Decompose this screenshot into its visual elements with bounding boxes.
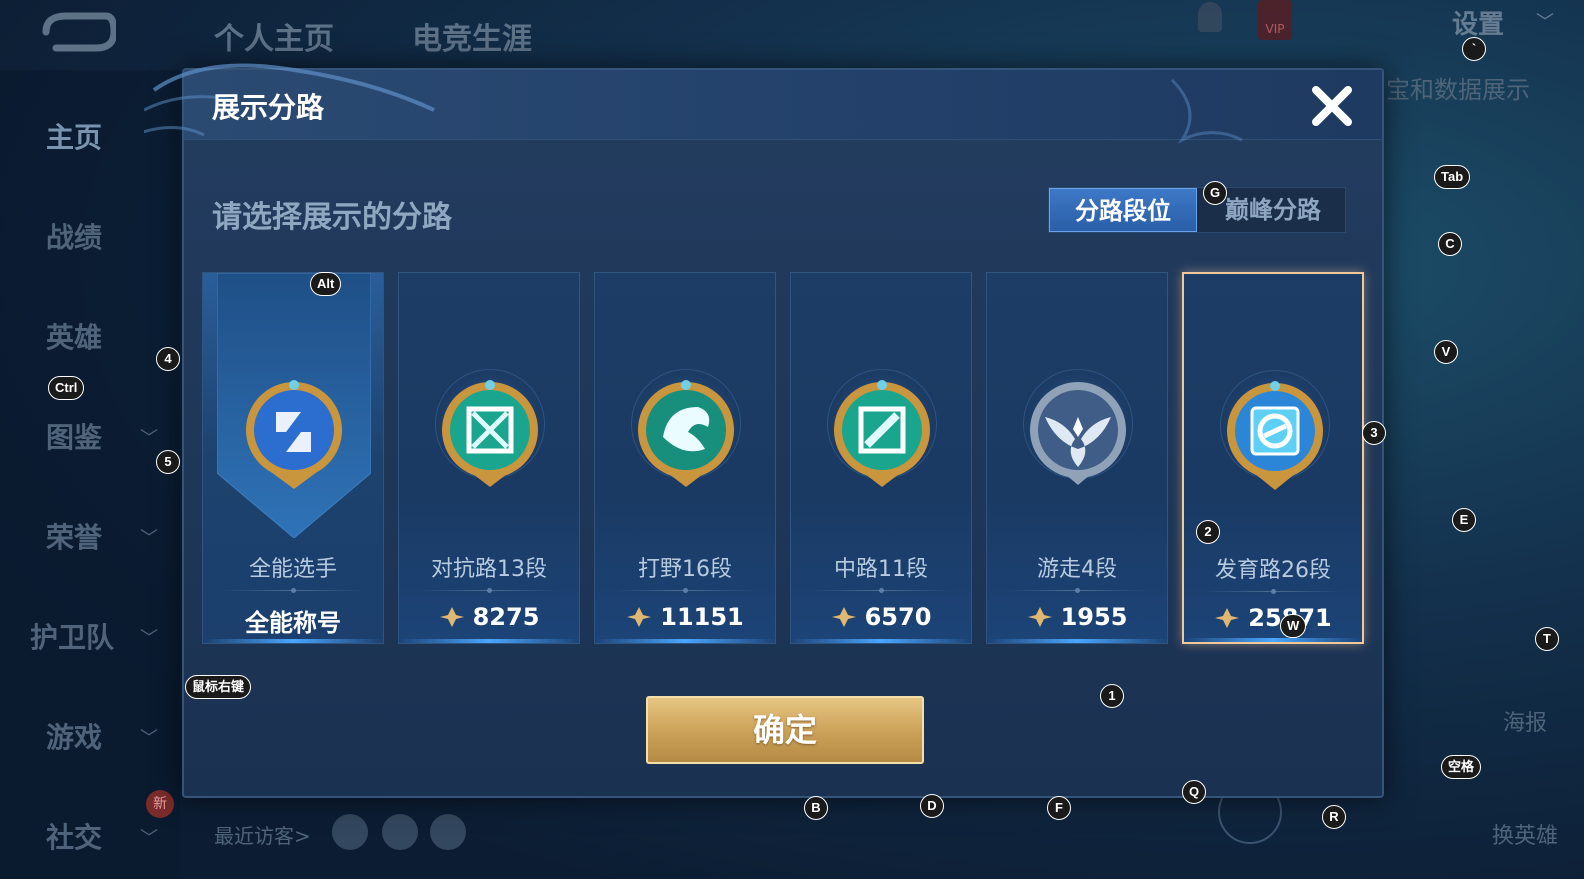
close-button[interactable]	[1308, 82, 1356, 130]
sidebar	[0, 70, 180, 879]
sidebar-item-record[interactable]: 战绩	[46, 216, 102, 256]
key-hint-f: F	[1047, 796, 1071, 820]
swap-hero-button[interactable]: 换英雄	[1492, 818, 1558, 850]
key-hint-5: 5	[156, 450, 180, 474]
mid-lane-icon	[834, 380, 930, 487]
lane-card-label: 游走4段	[1037, 557, 1117, 582]
lane-card-roam[interactable]: 游走4段 1955	[986, 272, 1168, 644]
avatar[interactable]	[430, 814, 466, 850]
chevron-down-icon: ﹀	[1536, 12, 1554, 33]
lane-card-label: 打野16段	[638, 557, 732, 582]
key-hint-c: C	[1438, 232, 1462, 256]
avatar[interactable]	[382, 814, 418, 850]
divider	[419, 588, 559, 593]
key-hint-g: G	[1203, 181, 1228, 205]
recent-visitors-link[interactable]: 最近访客>	[214, 820, 311, 849]
sidebar-item-heroes[interactable]: 英雄	[46, 316, 102, 356]
chevron-down-icon: ﹀	[140, 728, 158, 749]
key-hint-backtick: `	[1462, 37, 1486, 61]
bell-icon[interactable]	[1198, 2, 1222, 32]
chevron-down-icon: ﹀	[140, 428, 158, 449]
rank-points-icon	[627, 607, 652, 627]
lane-card-all-round[interactable]: 全能选手 全能称号	[202, 272, 384, 644]
sidebar-item-game[interactable]: 游戏	[46, 716, 102, 756]
divider	[1204, 589, 1342, 594]
chevron-down-icon: ﹀	[140, 828, 158, 849]
sidebar-item-guard[interactable]: 护卫队	[30, 616, 114, 656]
lane-card-title: 全能称号	[245, 609, 341, 637]
chevron-down-icon: ﹀	[140, 528, 158, 549]
jungle-dragon-icon	[638, 380, 734, 487]
rank-points-icon	[439, 607, 464, 627]
key-hint-d: D	[920, 794, 944, 818]
lane-card-points: 25871	[1184, 604, 1362, 632]
sidebar-item-codex[interactable]: 图鉴	[46, 416, 102, 456]
header-swirl-decoration	[1170, 78, 1243, 144]
poster-button[interactable]: 海报	[1503, 705, 1547, 737]
tab-personal-home[interactable]: 个人主页	[214, 14, 334, 58]
rank-points-icon	[831, 607, 856, 627]
settings-menu[interactable]: 设置	[1452, 4, 1504, 41]
lane-card-jungle[interactable]: 打野16段 11151	[594, 272, 776, 644]
vip-badge[interactable]: VIP	[1258, 0, 1292, 40]
key-hint-space: 空格	[1441, 755, 1482, 779]
farm-lane-icon	[1227, 381, 1323, 490]
clash-lane-icon	[442, 380, 538, 487]
lane-card-points: 11151	[595, 603, 775, 631]
all-round-icon	[246, 380, 342, 489]
key-hint-e: E	[1452, 508, 1476, 532]
key-hint-1: 1	[1100, 684, 1124, 708]
divider	[811, 588, 951, 593]
lane-card-mid-lane[interactable]: 中路11段 6570	[790, 272, 972, 644]
close-icon	[1312, 86, 1352, 126]
key-hint-tab: Tab	[1434, 165, 1471, 189]
key-hint-v: V	[1434, 340, 1458, 364]
new-badge: 新	[146, 790, 174, 818]
sidebar-item-home[interactable]: 主页	[46, 116, 102, 156]
lane-card-points: 1955	[987, 603, 1167, 631]
tab-lane-rank[interactable]: 分路段位	[1049, 188, 1197, 232]
chevron-down-icon: ﹀	[140, 628, 158, 649]
lane-card-label: 发育路26段	[1215, 558, 1331, 583]
sidebar-item-honor[interactable]: 荣誉	[46, 516, 102, 556]
lane-card-label: 中路11段	[834, 557, 928, 582]
key-hint-right-mouse: 鼠标右键	[185, 675, 252, 699]
key-hint-q: Q	[1182, 780, 1207, 804]
key-hint-4: 4	[156, 347, 180, 371]
lane-type-toggle: 分路段位 巅峰分路	[1048, 187, 1346, 233]
back-arrow-icon[interactable]	[36, 10, 118, 54]
key-hint-alt: Alt	[310, 272, 342, 296]
lane-card-farm-lane[interactable]: 发育路26段 25871	[1182, 272, 1364, 644]
rank-points-icon	[1027, 607, 1052, 627]
dialog-title: 展示分路	[212, 91, 325, 124]
roam-wings-icon	[1030, 382, 1126, 485]
key-hint-ctrl: Ctrl	[48, 376, 85, 400]
key-hint-b: B	[804, 796, 828, 820]
key-hint-r: R	[1322, 805, 1346, 829]
key-hint-w: W	[1280, 614, 1307, 638]
background-text: 宝和数据展示	[1386, 76, 1530, 104]
rank-points-icon	[1215, 608, 1240, 628]
lane-card-label: 对抗路13段	[431, 557, 547, 582]
divider	[615, 588, 755, 593]
sidebar-item-social[interactable]: 社交	[46, 816, 102, 856]
avatar[interactable]	[332, 814, 368, 850]
lane-card-label: 全能选手	[248, 557, 337, 582]
key-hint-3: 3	[1362, 421, 1386, 445]
divider	[223, 588, 363, 593]
lane-card-points: 8275	[399, 603, 579, 631]
tab-esports-career[interactable]: 电竞生涯	[412, 14, 532, 58]
dialog-subtitle: 请选择展示的分路	[212, 200, 452, 235]
lane-card-clash-lane[interactable]: 对抗路13段 8275	[398, 272, 580, 644]
lane-card-points: 6570	[791, 603, 971, 631]
divider	[1007, 588, 1147, 593]
show-lane-dialog: 展示分路 请选择展示的分路 分路段位 巅峰分路 全能选手 全能称号 对抗路13段…	[144, 63, 1384, 798]
key-hint-t: T	[1535, 627, 1559, 651]
key-hint-2: 2	[1196, 520, 1220, 544]
confirm-button[interactable]: 确定	[646, 696, 924, 764]
